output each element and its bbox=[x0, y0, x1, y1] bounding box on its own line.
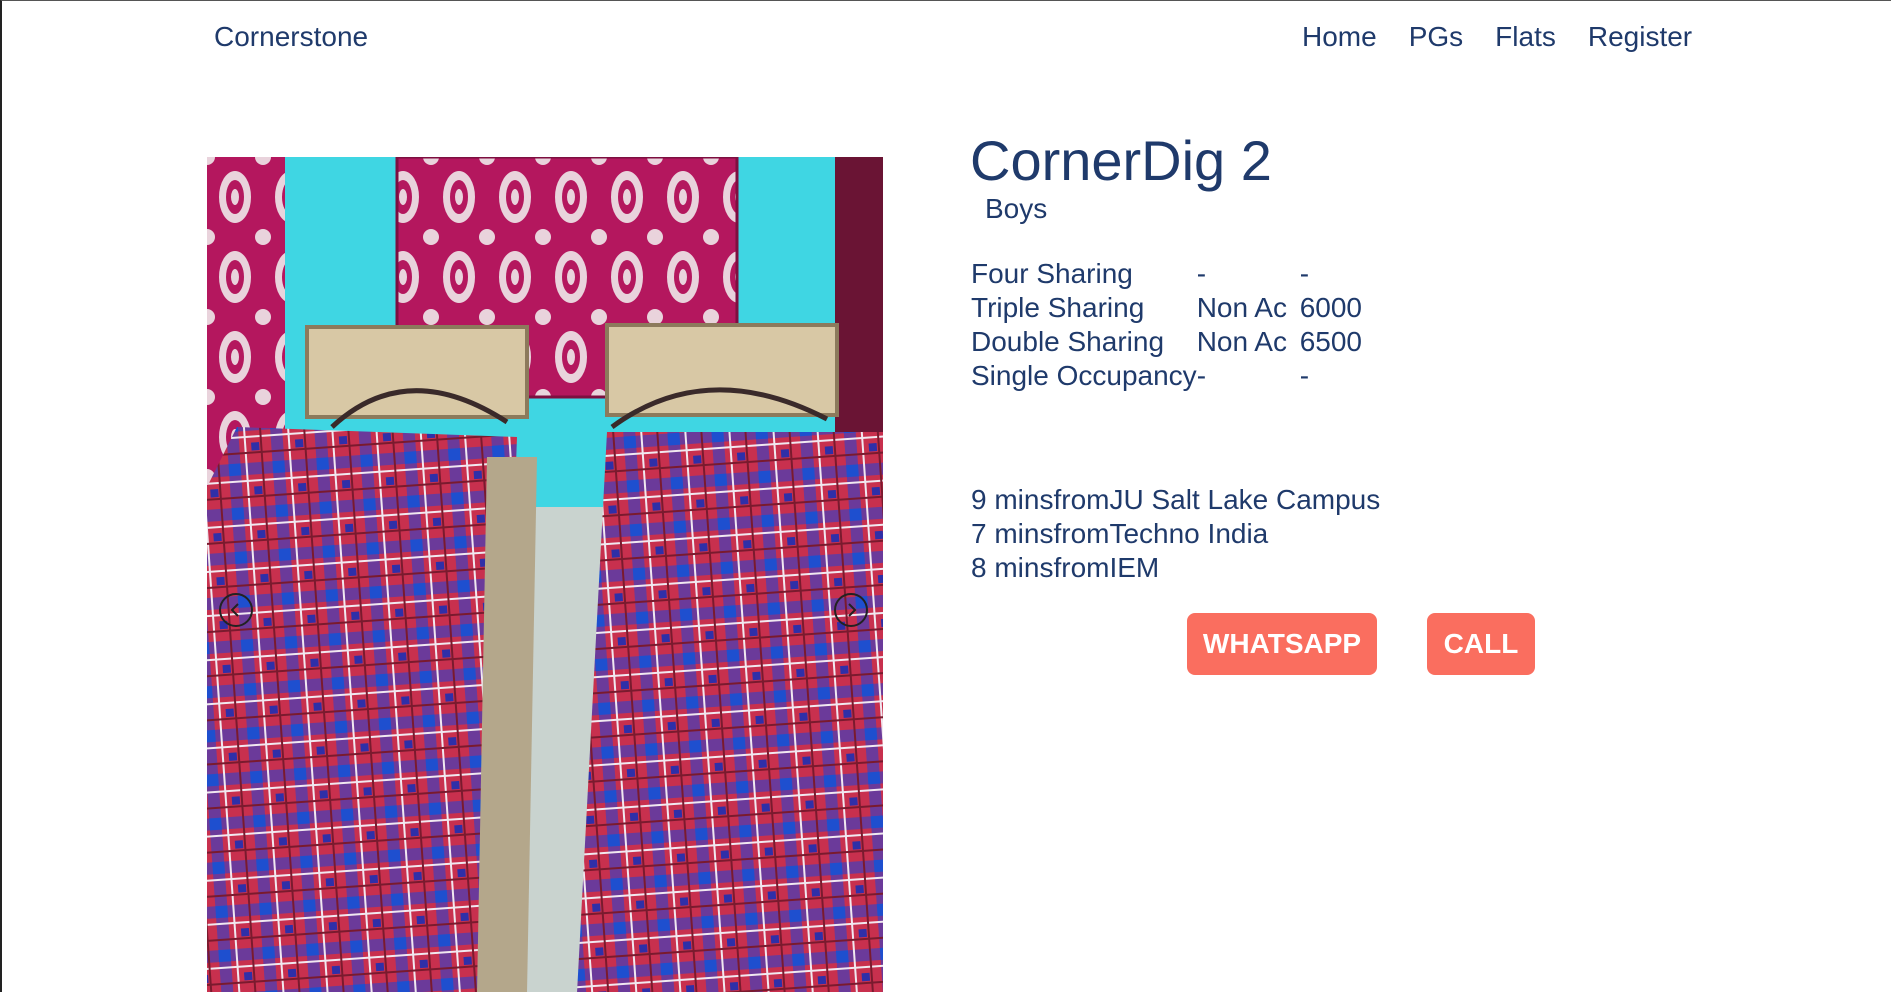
distance-time: 7 mins bbox=[971, 518, 1054, 549]
whatsapp-button[interactable]: WHATSAPP bbox=[1187, 613, 1377, 675]
distance-sep: from bbox=[1053, 552, 1110, 583]
call-button[interactable]: CALL bbox=[1427, 613, 1535, 675]
room-photo bbox=[207, 157, 883, 992]
chevron-right-icon bbox=[848, 603, 857, 617]
carousel-next-button[interactable] bbox=[834, 593, 868, 627]
brand-link[interactable]: Cornerstone bbox=[214, 21, 368, 53]
distance-list: 9 minsfromJU Salt Lake Campus 7 minsfrom… bbox=[971, 483, 1380, 585]
price: - bbox=[1299, 258, 1310, 289]
price: - bbox=[1299, 360, 1310, 391]
pricing-row: Four Sharing - - bbox=[971, 257, 1362, 291]
distance-item: 7 minsfromTechno India bbox=[971, 517, 1380, 551]
nav-home[interactable]: Home bbox=[1302, 21, 1377, 53]
distance-sep: from bbox=[1053, 518, 1110, 549]
ac-type: - bbox=[1196, 360, 1207, 391]
main-nav: Home PGs Flats Register bbox=[1302, 21, 1692, 53]
room-photo-carousel bbox=[207, 157, 883, 992]
distance-item: 8 minsfromIEM bbox=[971, 551, 1380, 585]
distance-place: IEM bbox=[1109, 552, 1160, 583]
sharing-type: Single Occupancy bbox=[971, 360, 1197, 391]
pricing-row: Double Sharing Non Ac 6500 bbox=[971, 325, 1362, 359]
page: Cornerstone Home PGs Flats Register Corn… bbox=[0, 0, 1891, 992]
distance-item: 9 minsfromJU Salt Lake Campus bbox=[971, 483, 1380, 517]
sharing-type: Triple Sharing bbox=[971, 292, 1145, 323]
distance-place: Techno India bbox=[1109, 518, 1269, 549]
pricing-table: Four Sharing - - Triple Sharing Non Ac 6… bbox=[971, 257, 1362, 393]
nav-pgs[interactable]: PGs bbox=[1409, 21, 1463, 53]
chevron-left-icon bbox=[230, 603, 239, 617]
ac-type: Non Ac bbox=[1196, 326, 1287, 357]
sharing-type: Double Sharing bbox=[971, 326, 1165, 357]
nav-register[interactable]: Register bbox=[1588, 21, 1692, 53]
price: 6000 bbox=[1299, 292, 1362, 323]
price: 6500 bbox=[1299, 326, 1362, 357]
distance-sep: from bbox=[1053, 484, 1110, 515]
pricing-row: Single Occupancy - - bbox=[971, 359, 1362, 393]
distance-time: 9 mins bbox=[971, 484, 1054, 515]
nav-flats[interactable]: Flats bbox=[1495, 21, 1556, 53]
gender-label: Boys bbox=[985, 193, 1048, 224]
pricing-row: Triple Sharing Non Ac 6000 bbox=[971, 291, 1362, 325]
ac-type: Non Ac bbox=[1196, 292, 1287, 323]
sharing-type: Four Sharing bbox=[971, 258, 1133, 289]
carousel-prev-button[interactable] bbox=[219, 593, 253, 627]
distance-time: 8 mins bbox=[971, 552, 1054, 583]
ac-type: - bbox=[1196, 258, 1207, 289]
distance-place: JU Salt Lake Campus bbox=[1109, 484, 1381, 515]
listing-title: CornerDig 2 bbox=[970, 129, 1272, 192]
